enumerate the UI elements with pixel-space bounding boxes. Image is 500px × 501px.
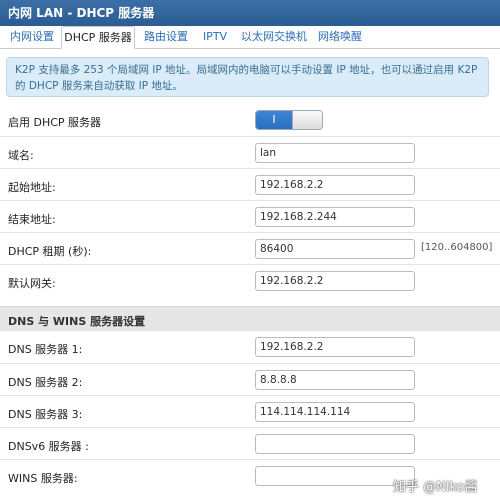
toggle-off-knob (292, 111, 322, 129)
start-address-row: 起始地址: (0, 168, 500, 200)
tab-dhcp-server[interactable]: DHCP 服务器 (61, 26, 135, 49)
end-address-row: 结束地址: (0, 200, 500, 232)
dns1-label: DNS 服务器 1: (8, 343, 83, 356)
toggle-on-indicator: I (256, 111, 292, 129)
dns1-input[interactable] (255, 337, 415, 357)
gateway-input[interactable] (255, 271, 415, 291)
end-address-label: 结束地址: (8, 213, 56, 226)
tab-iptv[interactable]: IPTV (199, 26, 231, 48)
dnsv6-label: DNSv6 服务器 : (8, 440, 89, 453)
dns2-row: DNS 服务器 2: (0, 363, 500, 395)
dhcp-enable-label: 启用 DHCP 服务器 (8, 116, 102, 129)
dns1-row: DNS 服务器 1: (0, 331, 500, 363)
tab-ethernet-switch[interactable]: 以太网交换机 (238, 26, 310, 48)
lease-range-hint: [120..604800] (421, 242, 493, 253)
wins-input[interactable] (255, 466, 415, 486)
tab-wake-on-lan[interactable]: 网络唤醒 (314, 26, 366, 48)
lease-time-label: DHCP 租期 (秒): (8, 245, 92, 258)
window-title: 内网 LAN - DHCP 服务器 (0, 0, 500, 26)
dns-section-title: DNS 与 WINS 服务器设置 (8, 315, 146, 328)
dhcp-enable-row: 启用 DHCP 服务器 I (0, 104, 500, 136)
domain-input[interactable] (255, 143, 415, 163)
lease-time-input[interactable] (255, 239, 415, 259)
dns-section-header: DNS 与 WINS 服务器设置 (0, 306, 500, 331)
dns3-label: DNS 服务器 3: (8, 408, 83, 421)
tab-lan-settings[interactable]: 内网设置 (6, 26, 58, 48)
gateway-row: 默认网关: (0, 264, 500, 296)
dns2-label: DNS 服务器 2: (8, 376, 83, 389)
end-address-input[interactable] (255, 207, 415, 227)
info-box: K2P 支持最多 253 个局域网 IP 地址。局域网内的电脑可以手动设置 IP… (6, 57, 489, 97)
tab-route-settings[interactable]: 路由设置 (140, 26, 192, 48)
dns2-input[interactable] (255, 370, 415, 390)
gateway-label: 默认网关: (8, 277, 56, 290)
dnsv6-row: DNSv6 服务器 : (0, 427, 500, 459)
dhcp-enable-toggle[interactable]: I (255, 110, 323, 130)
lease-time-row: DHCP 租期 (秒): [120..604800] (0, 232, 500, 264)
start-address-input[interactable] (255, 175, 415, 195)
dns3-row: DNS 服务器 3: (0, 395, 500, 427)
watermark: 知乎 @Niko酱 (393, 480, 478, 495)
tab-bar: 内网设置 DHCP 服务器 路由设置 IPTV 以太网交换机 网络唤醒 (0, 26, 500, 49)
domain-label: 域名: (8, 149, 34, 162)
dnsv6-input[interactable] (255, 434, 415, 454)
wins-label: WINS 服务器: (8, 472, 78, 485)
start-address-label: 起始地址: (8, 181, 56, 194)
domain-row: 域名: (0, 136, 500, 168)
dns3-input[interactable] (255, 402, 415, 422)
